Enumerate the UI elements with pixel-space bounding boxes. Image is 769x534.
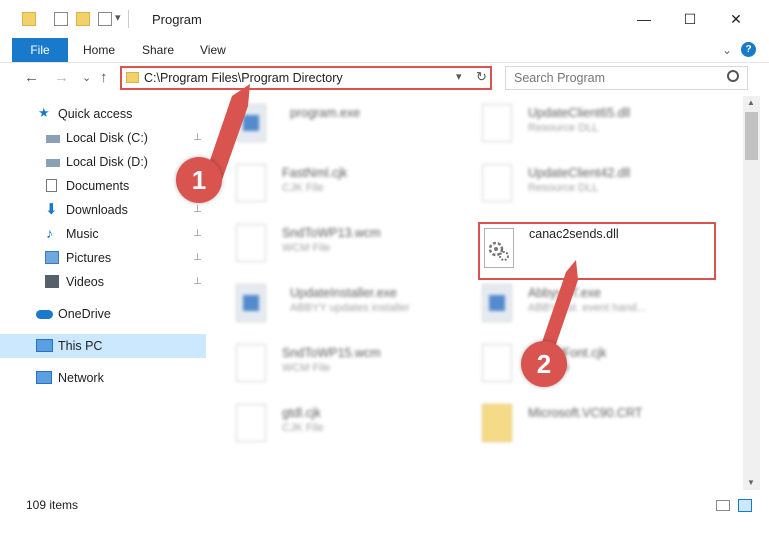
annotation-arrows <box>206 84 578 356</box>
step-1-badge: 1 <box>176 157 222 203</box>
step-2-badge: 2 <box>521 341 567 387</box>
